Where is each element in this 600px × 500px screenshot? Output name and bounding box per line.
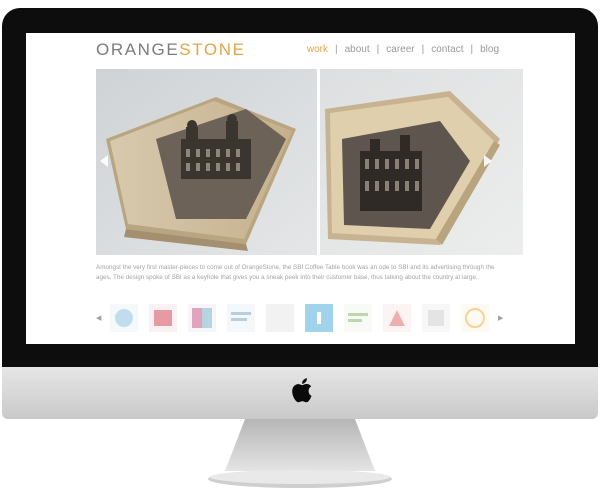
orangestone-logo[interactable]: ORANGESTONE xyxy=(96,40,246,60)
nav-separator: | xyxy=(470,44,474,55)
slideshow-image-left xyxy=(96,69,317,255)
nav-item-about[interactable]: about xyxy=(345,44,370,55)
slideshow-image-right xyxy=(320,69,541,255)
thumbnail-prev-arrow[interactable]: ◀ xyxy=(96,314,101,322)
main-navigation: work | about | career | contact | blog xyxy=(307,44,499,55)
imac-frame: ORANGESTONE work | about | career | cont… xyxy=(0,0,600,500)
logo-text-orange: ORANGE xyxy=(96,40,180,59)
thumbnail-grey-icon[interactable] xyxy=(422,304,450,332)
nav-separator: | xyxy=(376,44,380,55)
nav-separator: | xyxy=(421,44,425,55)
chevron-left-icon[interactable] xyxy=(100,155,110,167)
nav-item-contact[interactable]: contact xyxy=(431,44,463,55)
nav-item-work[interactable]: work xyxy=(307,44,328,55)
thumbnail-circle-icon[interactable] xyxy=(110,304,138,332)
thumbnail-blank-icon[interactable] xyxy=(266,304,294,332)
thumbnail-blue-icon[interactable] xyxy=(305,304,333,332)
nav-item-blog[interactable]: blog xyxy=(480,44,499,55)
nav-item-career[interactable]: career xyxy=(386,44,414,55)
project-description: Amongst the very first master-pieces to … xyxy=(96,264,495,281)
thumbnail-colorful-icon[interactable] xyxy=(188,304,216,332)
monitor-stand xyxy=(208,419,392,488)
website-screen: ORANGESTONE work | about | career | cont… xyxy=(26,33,575,344)
thumbnail-red-fold-icon[interactable] xyxy=(383,304,411,332)
thumbnail-green-text-icon[interactable] xyxy=(344,304,372,332)
thumbnail-orange-ring-icon[interactable] xyxy=(461,304,489,332)
thumbnail-text-icon[interactable] xyxy=(227,304,255,332)
chevron-right-icon[interactable] xyxy=(482,155,492,167)
thumbnail-red-cover-icon[interactable] xyxy=(149,304,177,332)
thumbnail-strip: ◀ ▶ xyxy=(96,303,506,333)
apple-logo-icon xyxy=(292,378,312,403)
thumbnail-next-arrow[interactable]: ▶ xyxy=(498,314,503,322)
logo-text-stone: STONE xyxy=(179,40,246,59)
nav-separator: | xyxy=(335,44,338,55)
